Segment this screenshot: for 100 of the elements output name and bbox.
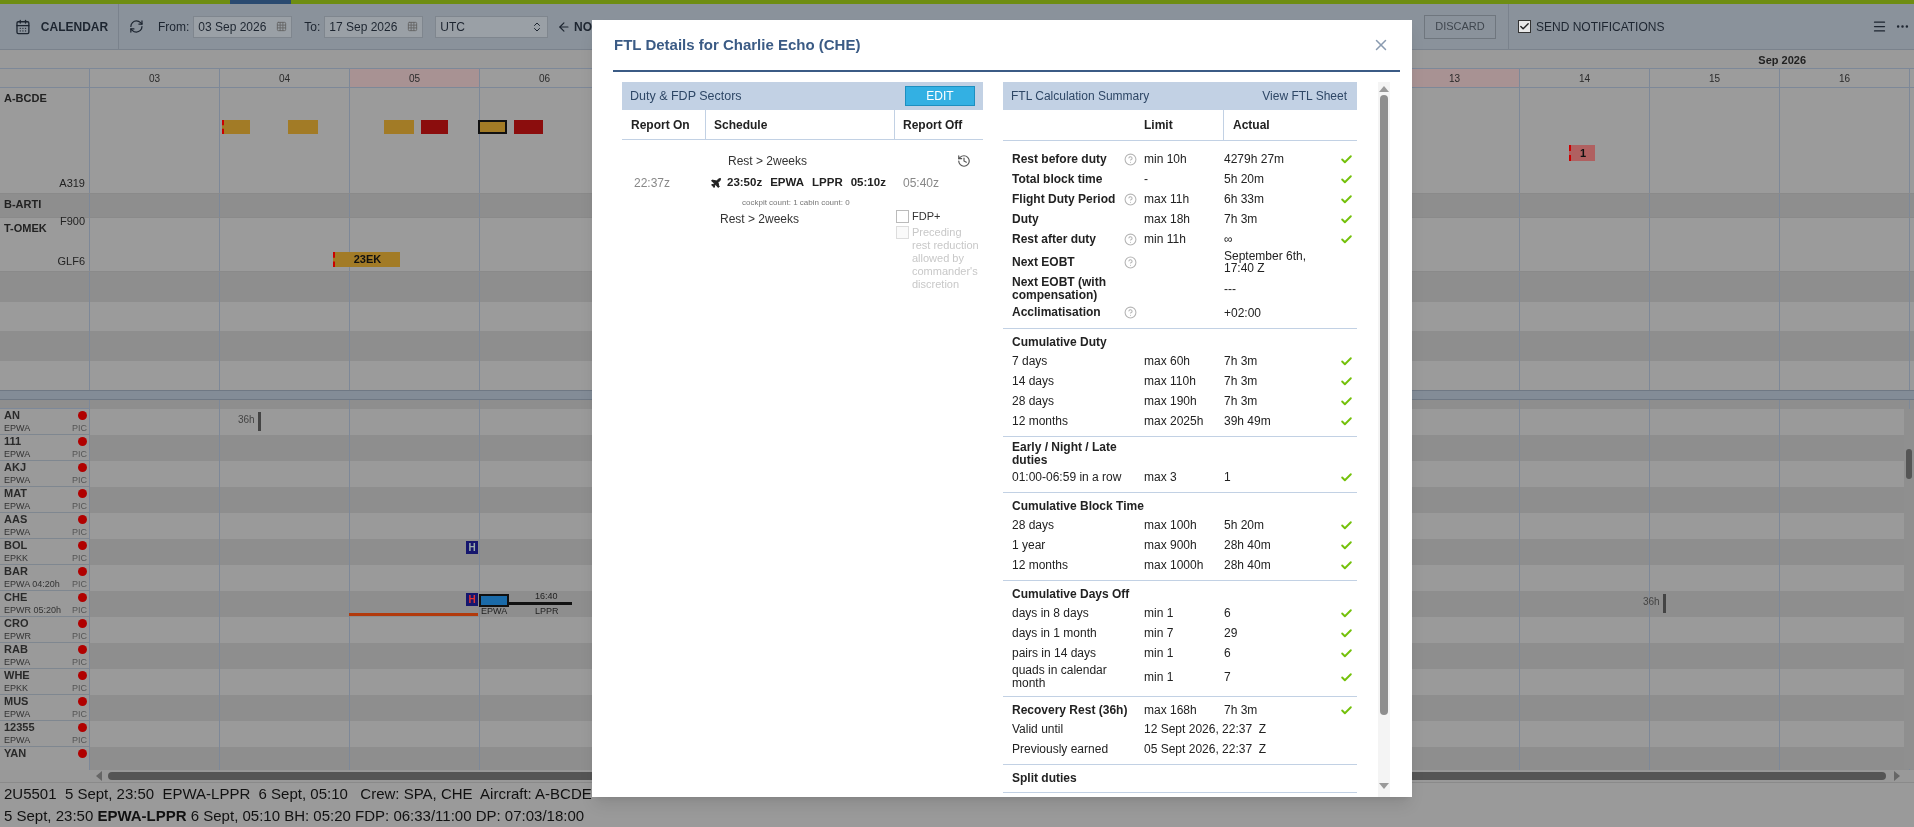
crew-role: PIC: [72, 500, 87, 512]
section-title: Cumulative Days Off: [1012, 587, 1131, 601]
rule-label: Next EOBT (with compensation): [1012, 276, 1107, 302]
send-notifications-label: SEND NOTIFICATIONS: [1536, 18, 1665, 36]
limit-value: max 3: [1144, 469, 1178, 486]
limit-value: max 1000h: [1144, 557, 1205, 574]
actual-value: +02:00: [1224, 306, 1263, 319]
arrival-airport: LPPR: [812, 175, 843, 191]
rule-label: Acclimatisation: [1012, 306, 1102, 319]
column-header: Schedule: [714, 116, 768, 134]
actual-value: 29: [1224, 627, 1239, 639]
actual-value: 6: [1224, 647, 1232, 659]
rule-label: Duty: [1012, 212, 1040, 226]
limit-value: min 11h: [1144, 231, 1187, 248]
limit-value: max 168h: [1144, 702, 1198, 719]
section-title: Split duties: [1012, 771, 1078, 785]
departure-time: 23:50z: [727, 175, 763, 191]
limit-value: min 1: [1144, 669, 1175, 686]
section-title: Cumulative Duty: [1012, 335, 1108, 349]
day-header: 05: [350, 69, 480, 87]
limit-value: max 2025h: [1144, 413, 1205, 430]
crew-role: PIC: [72, 708, 87, 720]
month-label: Sep 2026: [1758, 52, 1806, 68]
crew-role: PIC: [72, 474, 87, 486]
arrival-airport: LPPR: [535, 606, 559, 616]
rule-label: 28 days: [1012, 518, 1056, 532]
limit-value: max 900h: [1144, 537, 1198, 554]
status-line: 2U5501 5 Sept, 23:50 EPWA-LPPR 6 Sept, 05:10 Crew: SPA, CHE Aircraft: A-BCDE: [4, 784, 593, 804]
rule-label: pairs in 14 days: [1012, 646, 1098, 660]
crew-role: PIC: [72, 682, 87, 694]
limit-value: -: [1144, 171, 1149, 188]
arrival-time: 05:10z: [850, 175, 886, 191]
crew-base: EPWA: [4, 708, 31, 720]
rule-label: 01:00-06:59 in a row: [1012, 470, 1123, 484]
actual-value: 28h 40m: [1224, 539, 1272, 551]
rule-label: Next EOBT: [1012, 255, 1076, 269]
aircraft-registration: A-BCDE: [4, 91, 47, 106]
page-title: CALENDAR: [40, 18, 109, 36]
actual-value: 6: [1224, 607, 1232, 619]
rule-label: 1 year: [1012, 538, 1047, 552]
rule-label: days in 1 month: [1012, 626, 1098, 640]
crew-role: PIC: [72, 656, 87, 668]
rule-label: Previously earned: [1012, 742, 1110, 756]
panel-title: FTL Calculation Summary: [1011, 88, 1150, 105]
from-label: From:: [158, 18, 190, 36]
actual-value: 7h 3m: [1224, 213, 1259, 225]
actual-value: 28h 40m: [1224, 559, 1272, 571]
actual-value: 6h 33m: [1224, 193, 1266, 205]
crew-base: EPWA: [4, 500, 31, 512]
rule-label: quads in calendar month: [1012, 664, 1108, 690]
date-value: 05 Sept 2026, 22:37 Z: [1144, 741, 1268, 758]
rule-label: 28 days: [1012, 394, 1056, 408]
actual-value: 7h 3m: [1224, 395, 1259, 407]
rule-label: Total block time: [1012, 172, 1104, 186]
rest-text: Rest > 2weeks: [728, 154, 808, 168]
limit-value: max 60h: [1144, 353, 1192, 370]
actual-value: 7h 3m: [1224, 355, 1259, 367]
crew-base: EPWA 04:20h: [4, 578, 60, 590]
crew-base: EPWA: [4, 474, 31, 486]
crew-role: PIC: [72, 448, 87, 460]
aircraft-type: GLF6: [57, 253, 85, 269]
rest-text: Rest > 2weeks: [720, 212, 800, 226]
column-header: Actual: [1233, 117, 1270, 134]
crew-role: PIC: [72, 578, 87, 590]
limit-value: max 100h: [1144, 517, 1198, 534]
actual-value: 5h 20m: [1224, 173, 1266, 185]
crew-role: PIC: [72, 422, 87, 434]
rule-label: days in 8 days: [1012, 606, 1090, 620]
crew-base: EPKK: [4, 682, 28, 694]
rule-label: Rest before duty: [1012, 152, 1108, 166]
column-header: Report Off: [903, 116, 963, 134]
rule-label: 14 days: [1012, 374, 1056, 388]
crew-base: EPWA: [4, 656, 31, 668]
crew-base: EPWA: [4, 422, 31, 434]
rule-label: 7 days: [1012, 354, 1049, 368]
section-title: Early / Night / Late duties: [1012, 441, 1118, 467]
crew-role: PIC: [72, 526, 87, 538]
section-title: Cumulative Block Time: [1012, 499, 1144, 513]
actual-value: 4279h 27m: [1224, 153, 1286, 165]
limit-value: max 190h: [1144, 393, 1198, 410]
option-label: FDP+: [912, 210, 942, 223]
dialog-title: FTL Details for Charlie Echo (CHE): [614, 34, 861, 55]
to-label: To:: [304, 18, 321, 36]
rule-label: Valid until: [1012, 722, 1065, 736]
report-on-time: 22:37z: [634, 176, 671, 190]
limit-value: max 110h: [1144, 373, 1197, 390]
crew-role: PIC: [72, 604, 87, 616]
actual-value: ---: [1224, 283, 1237, 295]
crew-base: EPWA: [4, 734, 31, 746]
crew-base: EPWA: [4, 448, 31, 460]
crew-base: EPWR: [4, 630, 31, 642]
departure-airport: EPWA: [481, 606, 508, 616]
limit-value: min 1: [1144, 645, 1175, 662]
aircraft-type: A319: [59, 175, 85, 191]
aircraft-registration: T-OMEK: [4, 221, 47, 236]
date-value: 12 Sept 2026, 22:37 Z: [1144, 721, 1268, 738]
actual-value: 7: [1224, 671, 1232, 683]
actual-value: September 6th, 17:40 Z: [1224, 250, 1308, 274]
section-title: Recovery Rest (36h): [1012, 703, 1129, 717]
limit-value: min 10h: [1144, 151, 1188, 168]
